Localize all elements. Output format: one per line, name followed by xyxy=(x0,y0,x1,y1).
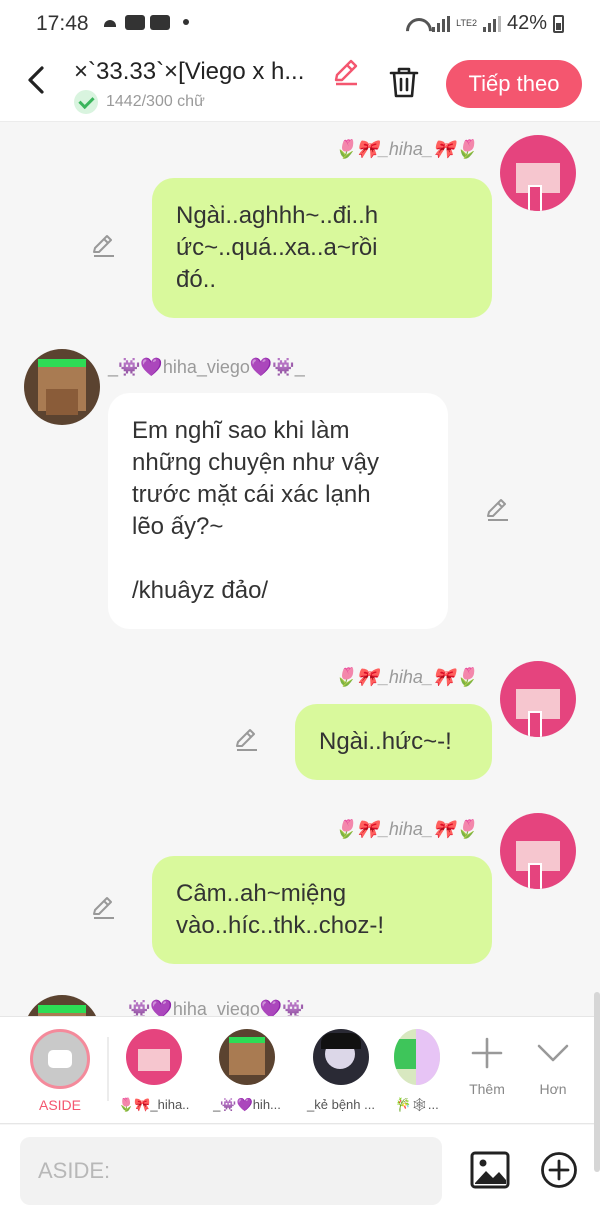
avatar[interactable] xyxy=(500,813,576,889)
edit-icon[interactable] xyxy=(484,495,512,523)
next-button[interactable]: Tiếp theo xyxy=(446,60,582,108)
trash-icon[interactable] xyxy=(386,64,422,100)
chevron-down-icon xyxy=(537,1044,569,1062)
message-bubble[interactable]: Ngài..hức~-! xyxy=(295,704,492,780)
battery-percent: 42% xyxy=(506,12,547,34)
story-title[interactable]: ×`33.33`×[Viego x h... xyxy=(74,58,326,86)
battery-icon xyxy=(553,14,564,33)
message-bubble[interactable]: Em nghĩ sao khi làm những chuyện như vậy… xyxy=(108,393,448,629)
status-time: 17:48 xyxy=(36,12,89,35)
message-bubble[interactable]: Ngài..aghhh~..đi..h ức~..quá..xa..a~rồi … xyxy=(152,178,492,318)
add-character-label: Thêm xyxy=(469,1081,505,1097)
aside-icon xyxy=(48,1050,72,1068)
edit-title-icon[interactable] xyxy=(330,56,362,88)
aside-label: ASIDE xyxy=(38,1097,81,1113)
character-name: 🎋🕸... xyxy=(395,1097,439,1112)
back-arrow-icon[interactable] xyxy=(22,62,52,98)
character-slot[interactable]: _👾💜hih... xyxy=(211,1029,283,1113)
author-name: _👾💜hiha_viego💜👾_ xyxy=(118,999,315,1016)
message-bubble[interactable]: Câm..ah~miệng vào..híc..thk..choz-! xyxy=(152,856,492,964)
character-avatar xyxy=(394,1029,440,1085)
weather-icon xyxy=(100,14,120,30)
author-name: 🌷🎀_hiha_🎀🌷 xyxy=(334,139,478,159)
youtube-icon xyxy=(125,14,145,30)
signal-icon xyxy=(432,15,451,32)
divider xyxy=(107,1037,109,1101)
aside-button[interactable] xyxy=(30,1029,90,1089)
character-selector: ASIDE 🌷🎀_hiha... _👾💜hih... _kẻ bệnh ... … xyxy=(0,1016,600,1124)
avatar[interactable] xyxy=(500,661,576,737)
word-count: 1442/300 chữ xyxy=(74,90,205,114)
avatar[interactable] xyxy=(24,349,100,425)
add-character-button[interactable]: Thêm xyxy=(455,1035,519,1097)
plus-icon xyxy=(471,1037,503,1069)
character-slot[interactable]: 🎋🕸... xyxy=(392,1029,442,1113)
network-type: LTE2 xyxy=(456,18,477,28)
author-name: 🌷🎀_hiha_🎀🌷 xyxy=(334,819,478,839)
wifi-icon xyxy=(406,16,426,32)
character-name: 🌷🎀_hiha... xyxy=(118,1097,190,1112)
character-slot[interactable]: 🌷🎀_hiha... xyxy=(118,1029,190,1113)
avatar[interactable] xyxy=(24,995,100,1016)
avatar[interactable] xyxy=(500,135,576,211)
edit-icon[interactable] xyxy=(90,893,118,921)
expand-label: Hơn xyxy=(539,1081,567,1097)
check-icon xyxy=(74,90,98,114)
more-notifications-icon xyxy=(183,19,189,25)
edit-icon[interactable] xyxy=(233,725,261,753)
youtube-icon xyxy=(150,14,170,30)
author-name: _👾💜hiha_viego💜👾_ xyxy=(108,357,305,377)
edit-icon[interactable] xyxy=(90,231,118,259)
message-input[interactable] xyxy=(20,1137,442,1205)
chat-area[interactable]: 🌷🎀_hiha_🎀🌷 Ngài..aghhh~..đi..h ức~..quá.… xyxy=(0,123,600,1016)
word-count-text: 1442/300 chữ xyxy=(106,93,205,110)
signal-icon xyxy=(482,15,501,32)
image-icon[interactable] xyxy=(470,1151,510,1189)
header: ×`33.33`×[Viego x h... 1442/300 chữ Tiếp… xyxy=(0,46,600,122)
character-name: _👾💜hih... xyxy=(213,1097,281,1112)
character-avatar xyxy=(126,1029,182,1085)
character-name: _kẻ bệnh ... xyxy=(307,1097,375,1112)
composer xyxy=(0,1125,600,1205)
scrollbar[interactable] xyxy=(594,992,600,1172)
add-circle-icon[interactable] xyxy=(540,1151,578,1189)
status-bar: 17:48 LTE2 42% xyxy=(0,0,600,46)
author-name: 🌷🎀_hiha_🎀🌷 xyxy=(334,667,478,687)
character-avatar xyxy=(313,1029,369,1085)
expand-button[interactable]: Hơn xyxy=(521,1035,585,1097)
character-avatar xyxy=(219,1029,275,1085)
character-slot[interactable]: _kẻ bệnh ... xyxy=(305,1029,377,1112)
system-icons: LTE2 42% xyxy=(406,12,564,35)
notification-icons xyxy=(100,14,189,30)
